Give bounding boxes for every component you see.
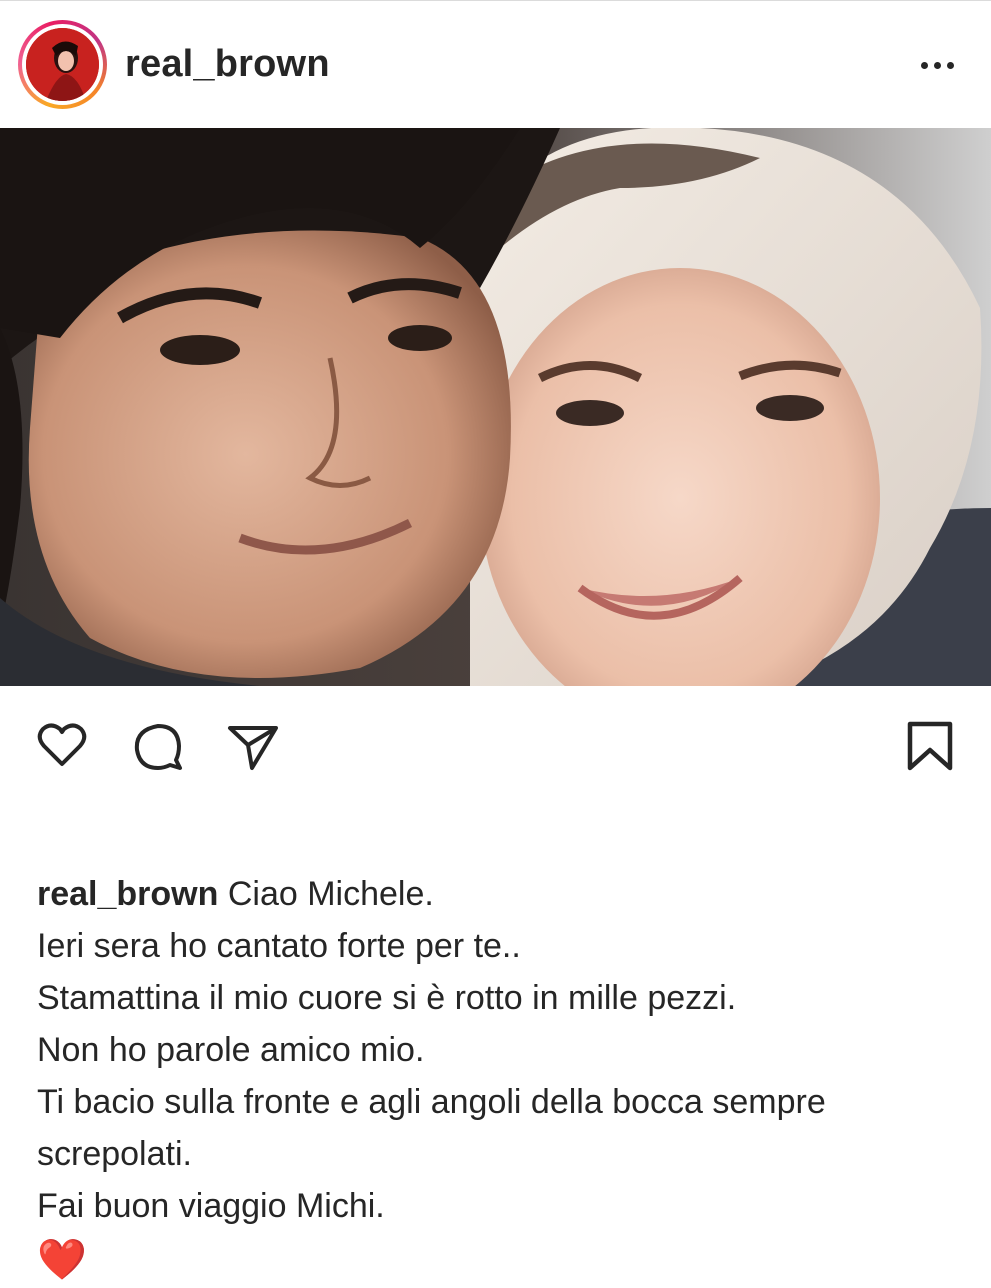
- caption-line: Stamattina il mio cuore si è rotto in mi…: [37, 979, 737, 1017]
- more-horizontal-icon[interactable]: [917, 53, 957, 77]
- post-username[interactable]: real_brown: [125, 43, 330, 86]
- post-caption: real_brown Ciao Michele. Ieri sera ho ca…: [37, 868, 967, 1288]
- caption-line: screpolati.: [37, 1135, 192, 1173]
- caption-line: Non ho parole amico mio.: [37, 1031, 425, 1069]
- post-actions: [0, 686, 991, 806]
- heart-outline-icon[interactable]: [34, 718, 90, 774]
- send-icon[interactable]: [224, 718, 280, 774]
- caption-first-line: real_brown Ciao Michele.: [37, 868, 967, 920]
- post-header: real_brown: [0, 0, 991, 128]
- caption-username[interactable]: real_brown: [37, 875, 218, 913]
- caption-text: Ciao Michele.: [227, 875, 434, 913]
- post-photo[interactable]: [0, 128, 991, 686]
- avatar[interactable]: [26, 28, 99, 101]
- comment-icon[interactable]: [130, 718, 186, 774]
- caption-line: Ieri sera ho cantato forte per te..: [37, 927, 521, 965]
- caption-line: Fai buon viaggio Michi.: [37, 1187, 385, 1225]
- bookmark-icon[interactable]: [902, 718, 958, 774]
- avatar-story-ring[interactable]: [18, 20, 107, 109]
- caption-line: Ti bacio sulla fronte e agli angoli dell…: [37, 1083, 826, 1121]
